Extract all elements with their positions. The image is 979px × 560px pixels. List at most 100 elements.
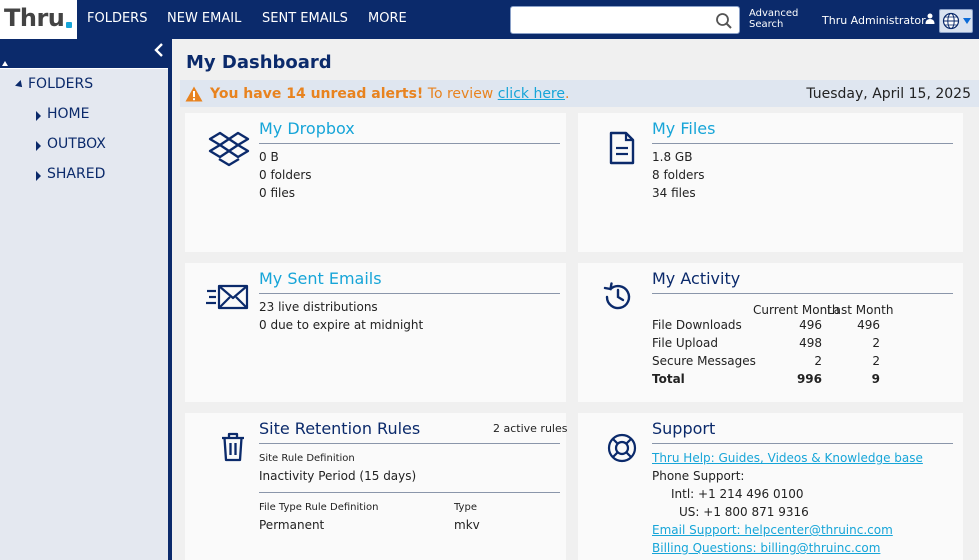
dropbox-files: 0 files: [259, 186, 295, 200]
activity-row-label: File Upload: [652, 336, 718, 350]
dropbox-size: 0 B: [259, 150, 279, 164]
activity-row-last: 2: [872, 354, 880, 368]
activity-row-current: 498: [799, 336, 822, 350]
dropbox-divider: [259, 143, 560, 144]
page-title: My Dashboard: [186, 52, 332, 73]
activity-total-last: 9: [871, 372, 880, 386]
retention-card: Site Retention Rules 2 active rules Site…: [185, 413, 568, 560]
alert-click-here-link[interactable]: click here: [498, 86, 565, 102]
sent-due-to-expire: 0 due to expire at midnight: [259, 318, 424, 332]
files-folders: 8 folders: [652, 168, 705, 182]
filetype-rule-value: Permanent: [259, 518, 325, 532]
support-divider: [652, 443, 953, 444]
alert-prefix: To review: [427, 86, 494, 102]
type-label: Type: [454, 502, 477, 513]
site-rule-label: Site Rule Definition: [259, 453, 355, 464]
advanced-search-line2: Search: [749, 19, 784, 30]
advanced-search-link[interactable]: Advanced Search: [749, 8, 798, 30]
support-card: Support Thru Help: Guides, Videos & Know…: [578, 413, 963, 560]
main-content: My Dashboard You have 14 unread alerts! …: [176, 39, 979, 560]
sidebar-header-triangle-icon: [2, 61, 8, 66]
lifebuoy-icon: [607, 433, 637, 463]
top-navigation-bar: Thru FOLDERS NEW EMAIL SENT EMAILS MORE …: [0, 0, 979, 39]
alert-suffix: .: [565, 86, 570, 102]
logo-text: Thru: [4, 4, 65, 32]
dropbox-icon: [208, 131, 250, 167]
current-date: Tuesday, April 15, 2025: [806, 86, 971, 102]
activity-row-label: File Downloads: [652, 318, 742, 332]
sidebar-item-shared[interactable]: SHARED: [47, 166, 105, 182]
files-title[interactable]: My Files: [652, 119, 715, 138]
collapse-sidebar-icon[interactable]: [154, 43, 164, 57]
expand-outbox-icon[interactable]: [36, 141, 41, 151]
logo[interactable]: Thru: [0, 0, 77, 39]
help-guides-link[interactable]: Thru Help: Guides, Videos & Knowledge ba…: [652, 451, 923, 465]
activity-row-current: 496: [799, 318, 822, 332]
nav-new-email[interactable]: NEW EMAIL: [167, 11, 241, 26]
globe-icon: [942, 12, 960, 30]
phone-us: US: +1 800 871 9316: [679, 505, 809, 519]
activity-row-last: 496: [857, 318, 880, 332]
sent-live-distributions: 23 live distributions: [259, 300, 378, 314]
dropbox-title[interactable]: My Dropbox: [259, 119, 355, 138]
files-size: 1.8 GB: [652, 150, 693, 164]
sent-emails-divider: [259, 293, 560, 294]
expand-folders-icon[interactable]: [15, 80, 25, 90]
user-name[interactable]: Thru Administrator: [822, 14, 926, 27]
dropbox-folders: 0 folders: [259, 168, 312, 182]
retention-title: Site Retention Rules: [259, 419, 421, 438]
sent-emails-title[interactable]: My Sent Emails: [259, 269, 382, 288]
expand-home-icon[interactable]: [36, 111, 41, 121]
sidebar-folders-root[interactable]: FOLDERS: [28, 76, 93, 92]
activity-row-last: 2: [872, 336, 880, 350]
phone-support-label: Phone Support:: [652, 469, 745, 483]
activity-total-label: Total: [652, 372, 685, 386]
activity-card: My Activity Current Month Last Month Fil…: [578, 263, 963, 402]
activity-total-current: 996: [796, 372, 822, 386]
trash-icon: [222, 432, 244, 462]
warning-icon: [185, 86, 203, 102]
advanced-search-line1: Advanced: [749, 8, 799, 19]
sidebar-header: [0, 39, 168, 69]
filetype-rule-label: File Type Rule Definition: [259, 502, 379, 513]
nav-folders[interactable]: FOLDERS: [87, 11, 147, 26]
search-input[interactable]: [511, 7, 711, 33]
nav-more[interactable]: MORE: [368, 11, 407, 26]
billing-questions-link[interactable]: Billing Questions: billing@thruinc.com: [652, 541, 880, 555]
sidebar-item-outbox[interactable]: OUTBOX: [47, 136, 106, 152]
activity-col-last: Last Month: [827, 303, 894, 317]
retention-divider: [259, 443, 560, 444]
alert-banner: You have 14 unread alerts! To review cli…: [180, 80, 979, 107]
support-title: Support: [652, 419, 716, 438]
email-support-link[interactable]: Email Support: helpcenter@thruinc.com: [652, 523, 893, 537]
search-box: [510, 6, 740, 34]
files-count: 34 files: [652, 186, 696, 200]
document-icon: [609, 131, 635, 165]
files-card: My Files 1.8 GB 8 folders 34 files: [578, 113, 963, 252]
search-icon[interactable]: [715, 12, 733, 30]
sidebar: FOLDERS HOME OUTBOX SHARED: [0, 39, 172, 560]
sent-emails-card: My Sent Emails 23 live distributions 0 d…: [185, 263, 566, 402]
files-divider: [652, 143, 953, 144]
phone-intl: Intl: +1 214 496 0100: [671, 487, 804, 501]
retention-active-count: 2 active rules: [493, 422, 568, 435]
activity-row-label: Secure Messages: [652, 354, 756, 368]
expand-shared-icon[interactable]: [36, 171, 41, 181]
alert-strong-text: You have 14 unread alerts!: [210, 86, 424, 102]
history-icon: [603, 282, 631, 310]
nav-sent-emails[interactable]: SENT EMAILS: [262, 11, 348, 26]
activity-divider: [652, 293, 953, 294]
sent-email-icon: [206, 284, 249, 310]
activity-title: My Activity: [652, 269, 741, 288]
alert-text: You have 14 unread alerts! To review cli…: [210, 86, 569, 102]
chevron-down-icon: [963, 18, 971, 24]
sidebar-item-home[interactable]: HOME: [47, 106, 89, 122]
retention-divider-2: [259, 492, 560, 493]
dropbox-card: My Dropbox 0 B 0 folders 0 files: [185, 113, 566, 252]
language-button[interactable]: [939, 9, 973, 33]
activity-row-current: 2: [814, 354, 822, 368]
type-value: mkv: [454, 518, 480, 532]
site-rule-value: Inactivity Period (15 days): [259, 469, 417, 483]
user-icon[interactable]: [925, 13, 935, 24]
logo-dot: [66, 22, 72, 28]
